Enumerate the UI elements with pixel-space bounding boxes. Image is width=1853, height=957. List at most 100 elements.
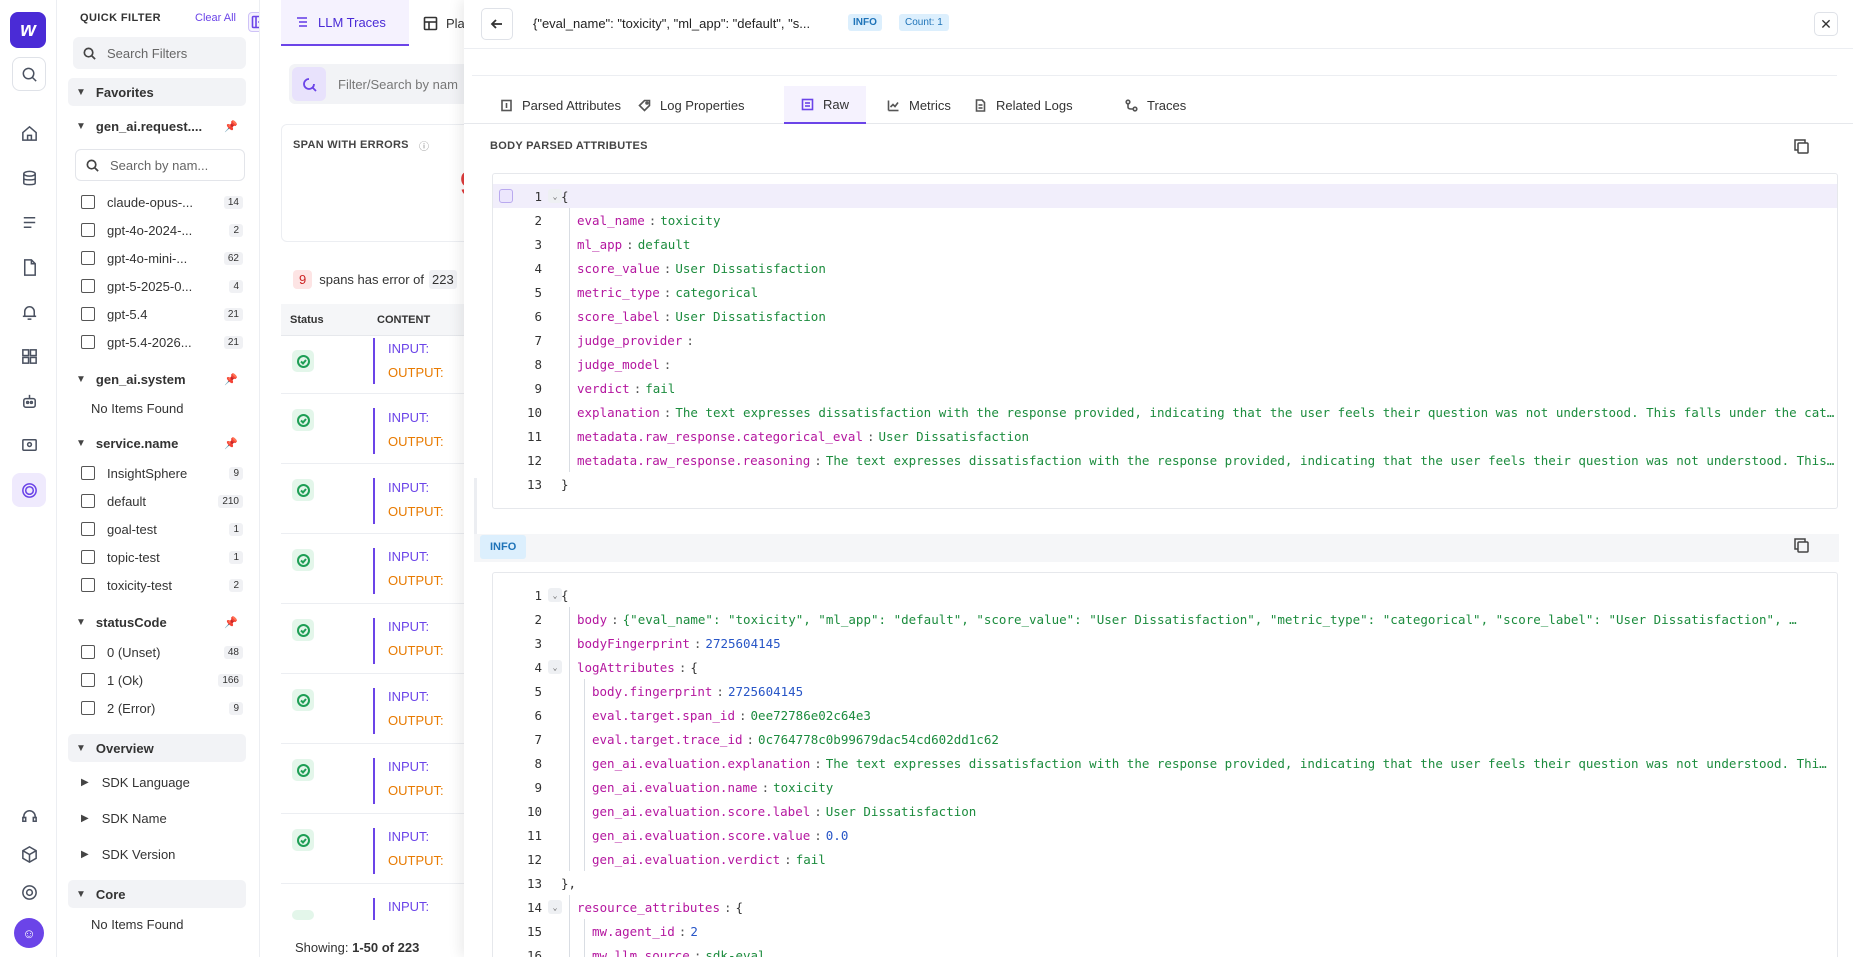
checkbox[interactable] [81, 578, 95, 592]
dashboard-icon[interactable] [12, 339, 46, 373]
tab-raw[interactable]: Raw [784, 86, 867, 124]
collapse-panel-icon[interactable] [248, 12, 259, 32]
agent-icon[interactable] [12, 384, 46, 418]
json-value: 2725604145 [727, 683, 804, 699]
json-value: fail [795, 851, 826, 867]
checkbox[interactable] [81, 279, 95, 293]
facet-item[interactable]: claude-opus-... 14 [81, 191, 243, 213]
tab-metrics[interactable]: Metrics [870, 86, 968, 124]
info-icon[interactable]: ⓘ [419, 138, 429, 153]
table-row[interactable]: INPUT:C OUTPUT:{ [281, 464, 464, 534]
database-icon[interactable] [12, 161, 46, 195]
support-icon[interactable] [12, 799, 46, 833]
table-row[interactable]: INPUT:C OUTPUT:{ [281, 744, 464, 814]
sdk-version-facet[interactable]: ▶ SDK Version [81, 843, 175, 865]
facet-item[interactable]: InsightSphere 9 [81, 462, 243, 484]
checkbox[interactable] [81, 701, 95, 715]
alert-icon[interactable] [12, 295, 46, 329]
tab-llm-traces[interactable]: LLM Traces [281, 0, 409, 46]
pin-icon[interactable]: 📌 [224, 120, 238, 133]
checkbox[interactable] [81, 195, 95, 209]
search-filters-input[interactable] [107, 45, 237, 61]
code-line: 15 mw.agent_id:2 [493, 919, 1837, 943]
core-group[interactable]: ▼ Core [68, 880, 246, 908]
facet-item[interactable]: gpt-5.4 21 [81, 303, 243, 325]
span-errors-card: SPAN WITH ERRORS ⓘ 9 [281, 124, 464, 242]
facet-status-code[interactable]: ▼ statusCode 📌 [68, 610, 246, 634]
monitor-icon[interactable] [12, 428, 46, 462]
line-marker-icon[interactable] [499, 189, 513, 203]
json-value: toxicity [773, 779, 834, 795]
drawer-header: {"eval_name": "toxicity", "ml_app": "def… [464, 0, 1853, 49]
query-icon[interactable] [292, 67, 326, 101]
facet-item[interactable]: topic-test 1 [81, 546, 243, 568]
table-row[interactable]: INPUT:r OUTPUT:r [281, 814, 464, 884]
app-logo[interactable]: w [10, 12, 46, 48]
pin-icon[interactable]: 📌 [224, 616, 238, 629]
checkbox[interactable] [81, 494, 95, 508]
table-row[interactable]: INPUT:U OUTPUT:{ [281, 336, 464, 394]
home-icon[interactable] [12, 116, 46, 150]
checkbox[interactable] [81, 335, 95, 349]
checkbox[interactable] [81, 522, 95, 536]
checkbox[interactable] [81, 223, 95, 237]
checkbox[interactable] [81, 645, 95, 659]
filter-search-bar[interactable]: Filter/Search by nam [289, 64, 464, 104]
checkbox[interactable] [81, 673, 95, 687]
checkbox[interactable] [81, 550, 95, 564]
table-row[interactable]: INPUT:C OUTPUT:{ [281, 604, 464, 674]
facet-item[interactable]: 2 (Error) 9 [81, 697, 243, 719]
facet-item[interactable]: goal-test 1 [81, 518, 243, 540]
logs-icon[interactable] [12, 205, 46, 239]
document-icon[interactable] [12, 250, 46, 284]
tab-traces[interactable]: Traces [1108, 86, 1203, 124]
facet-search-input[interactable] [110, 157, 240, 173]
fold-chevron-icon[interactable]: ⌄ [548, 588, 562, 602]
fold-chevron-icon[interactable]: ⌄ [548, 660, 562, 674]
search-icon[interactable] [12, 57, 46, 91]
copy-icon[interactable] [1791, 535, 1811, 555]
user-avatar[interactable]: ☺ [14, 918, 44, 948]
facet-system[interactable]: ▼ gen_ai.system 📌 [68, 367, 246, 391]
row-accent [373, 828, 375, 874]
facet-request-model[interactable]: ▼ gen_ai.request.... 📌 [68, 114, 246, 138]
checkbox[interactable] [81, 307, 95, 321]
favorites-group[interactable]: ▼ Favorites [68, 78, 246, 106]
facet-item[interactable]: gpt-4o-2024-... 2 [81, 219, 243, 241]
tab-playground[interactable]: Pla [423, 0, 464, 46]
checkbox[interactable] [81, 466, 95, 480]
fold-chevron-icon[interactable]: ⌄ [548, 900, 562, 914]
back-button[interactable] [481, 8, 513, 40]
tab-log-properties[interactable]: Log Properties [621, 86, 762, 124]
tab-related-logs[interactable]: Related Logs [957, 86, 1090, 124]
table-row[interactable]: INPUT:C [281, 884, 464, 920]
code-line: 8 gen_ai.evaluation.explanation: The text … [493, 751, 1837, 775]
pin-icon[interactable]: 📌 [224, 437, 238, 450]
copy-icon[interactable] [1791, 136, 1811, 156]
indent-guide [584, 727, 585, 751]
fold-chevron-icon[interactable]: ⌄ [548, 189, 562, 203]
clear-all-link[interactable]: Clear All [195, 12, 236, 24]
table-row[interactable]: INPUT:r OUTPUT:r [281, 674, 464, 744]
settings-icon[interactable] [12, 875, 46, 909]
overview-group[interactable]: ▼ Overview [68, 734, 246, 762]
facet-item[interactable]: 1 (Ok) 166 [81, 669, 243, 691]
facet-item[interactable]: gpt-5-2025-0... 4 [81, 275, 243, 297]
llm-icon[interactable] [12, 473, 46, 507]
facet-item[interactable]: 0 (Unset) 48 [81, 641, 243, 663]
close-icon[interactable]: ✕ [1814, 12, 1838, 36]
tab-parsed-attributes[interactable]: Parsed Attributes [483, 86, 638, 124]
facet-item[interactable]: default 210 [81, 490, 243, 512]
resize-handle[interactable] [474, 478, 477, 538]
sdk-name-facet[interactable]: ▶ SDK Name [81, 807, 167, 829]
facet-item[interactable]: toxicity-test 2 [81, 574, 243, 596]
checkbox[interactable] [81, 251, 95, 265]
facet-service-name[interactable]: ▼ service.name 📌 [68, 431, 246, 455]
facet-item[interactable]: gpt-5.4-2026... 21 [81, 331, 243, 353]
table-row[interactable]: INPUT:r OUTPUT:r [281, 394, 464, 464]
sdk-language-facet[interactable]: ▶ SDK Language [81, 771, 190, 793]
pin-icon[interactable]: 📌 [224, 373, 238, 386]
facet-item[interactable]: gpt-4o-mini-... 62 [81, 247, 243, 269]
table-row[interactable]: INPUT:r OUTPUT:r [281, 534, 464, 604]
package-icon[interactable] [12, 837, 46, 871]
